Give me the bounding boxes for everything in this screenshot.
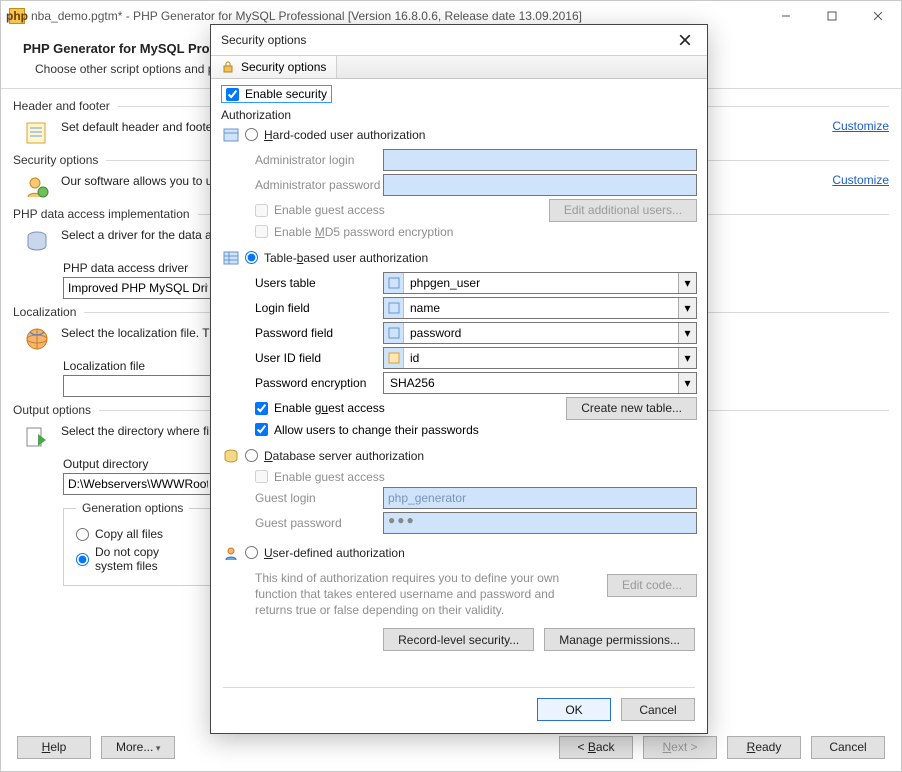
users-table-combo[interactable]: phpgen_user▾ (383, 272, 697, 294)
userdef-note: This kind of authorization requires you … (255, 570, 565, 619)
chevron-down-icon[interactable]: ▾ (678, 273, 696, 293)
allow-change-password-checkbox[interactable]: Allow users to change their passwords (255, 423, 479, 437)
export-icon (23, 423, 51, 451)
app-icon: php (9, 8, 25, 24)
encryption-combo[interactable]: SHA256▾ (383, 372, 697, 394)
driver-input[interactable] (63, 277, 213, 299)
localization-file-input[interactable] (63, 375, 213, 397)
table-icon (223, 127, 239, 143)
tablebased-auth-radio[interactable]: Table-based user authorization (245, 251, 428, 265)
create-new-table-button[interactable]: Create new table... (566, 397, 697, 420)
do-not-copy-radio[interactable]: Do not copy system files (76, 545, 200, 573)
password-field-combo[interactable]: password▾ (383, 322, 697, 344)
generation-options-group: Generation options Copy all files Do not… (63, 501, 213, 586)
copy-all-files-radio[interactable]: Copy all files (76, 527, 200, 541)
dialog-title: Security options (221, 33, 306, 47)
security-options-dialog: Security options Security options Enable… (210, 24, 708, 734)
tb-guest-checkbox[interactable]: Enable guest access (255, 401, 385, 415)
dialog-titlebar: Security options (211, 25, 707, 55)
dbserver-auth-radio[interactable]: Database server authorization (245, 449, 424, 463)
more-button[interactable]: More... (101, 736, 175, 759)
ready-button[interactable]: Ready (727, 736, 801, 759)
dialog-close-button[interactable] (673, 28, 697, 52)
cancel-button[interactable]: Cancel (811, 736, 885, 759)
customize-header-link[interactable]: Customize (832, 119, 889, 133)
authorization-heading: Authorization (221, 108, 697, 122)
user-icon (223, 545, 239, 561)
manage-permissions-button[interactable]: Manage permissions... (544, 628, 695, 651)
ok-button[interactable]: OK (537, 698, 611, 721)
guest-login-input (383, 487, 697, 509)
md5-checkbox: Enable MD5 password encryption (255, 225, 453, 239)
output-dir-input[interactable] (63, 473, 213, 495)
database-icon (23, 227, 51, 255)
document-icon (23, 119, 51, 147)
edit-code-button: Edit code... (607, 574, 697, 597)
next-button: Next > (643, 736, 717, 759)
edit-additional-users-button: Edit additional users... (549, 199, 697, 222)
hc-guest-checkbox: Enable guest access (255, 203, 385, 217)
hardcoded-auth-radio[interactable]: Hard-coded user authorization (245, 128, 425, 142)
back-button[interactable]: < Back (559, 736, 633, 759)
help-button[interactable]: Help (17, 736, 91, 759)
enable-security-checkbox[interactable]: Enable security (221, 85, 332, 103)
minimize-button[interactable] (763, 1, 809, 31)
userdef-auth-radio[interactable]: User-defined authorization (245, 546, 405, 560)
server-icon (223, 448, 239, 464)
record-level-security-button[interactable]: Record-level security... (383, 628, 534, 651)
close-button[interactable] (855, 1, 901, 31)
guest-password-input: ●●● (383, 512, 697, 534)
tab-security-options[interactable]: Security options (211, 56, 337, 78)
lock-icon (221, 60, 235, 74)
admin-login-input (383, 149, 697, 171)
customize-security-link[interactable]: Customize (832, 173, 889, 187)
db-guest-checkbox: Enable guest access (255, 470, 385, 484)
dialog-tabbar: Security options (211, 55, 707, 79)
globe-icon (23, 325, 51, 353)
userid-field-combo[interactable]: id▾ (383, 347, 697, 369)
user-shield-icon (23, 173, 51, 201)
grid-icon (223, 250, 239, 266)
admin-password-input (383, 174, 697, 196)
dialog-cancel-button[interactable]: Cancel (621, 698, 695, 721)
login-field-combo[interactable]: name▾ (383, 297, 697, 319)
maximize-button[interactable] (809, 1, 855, 31)
